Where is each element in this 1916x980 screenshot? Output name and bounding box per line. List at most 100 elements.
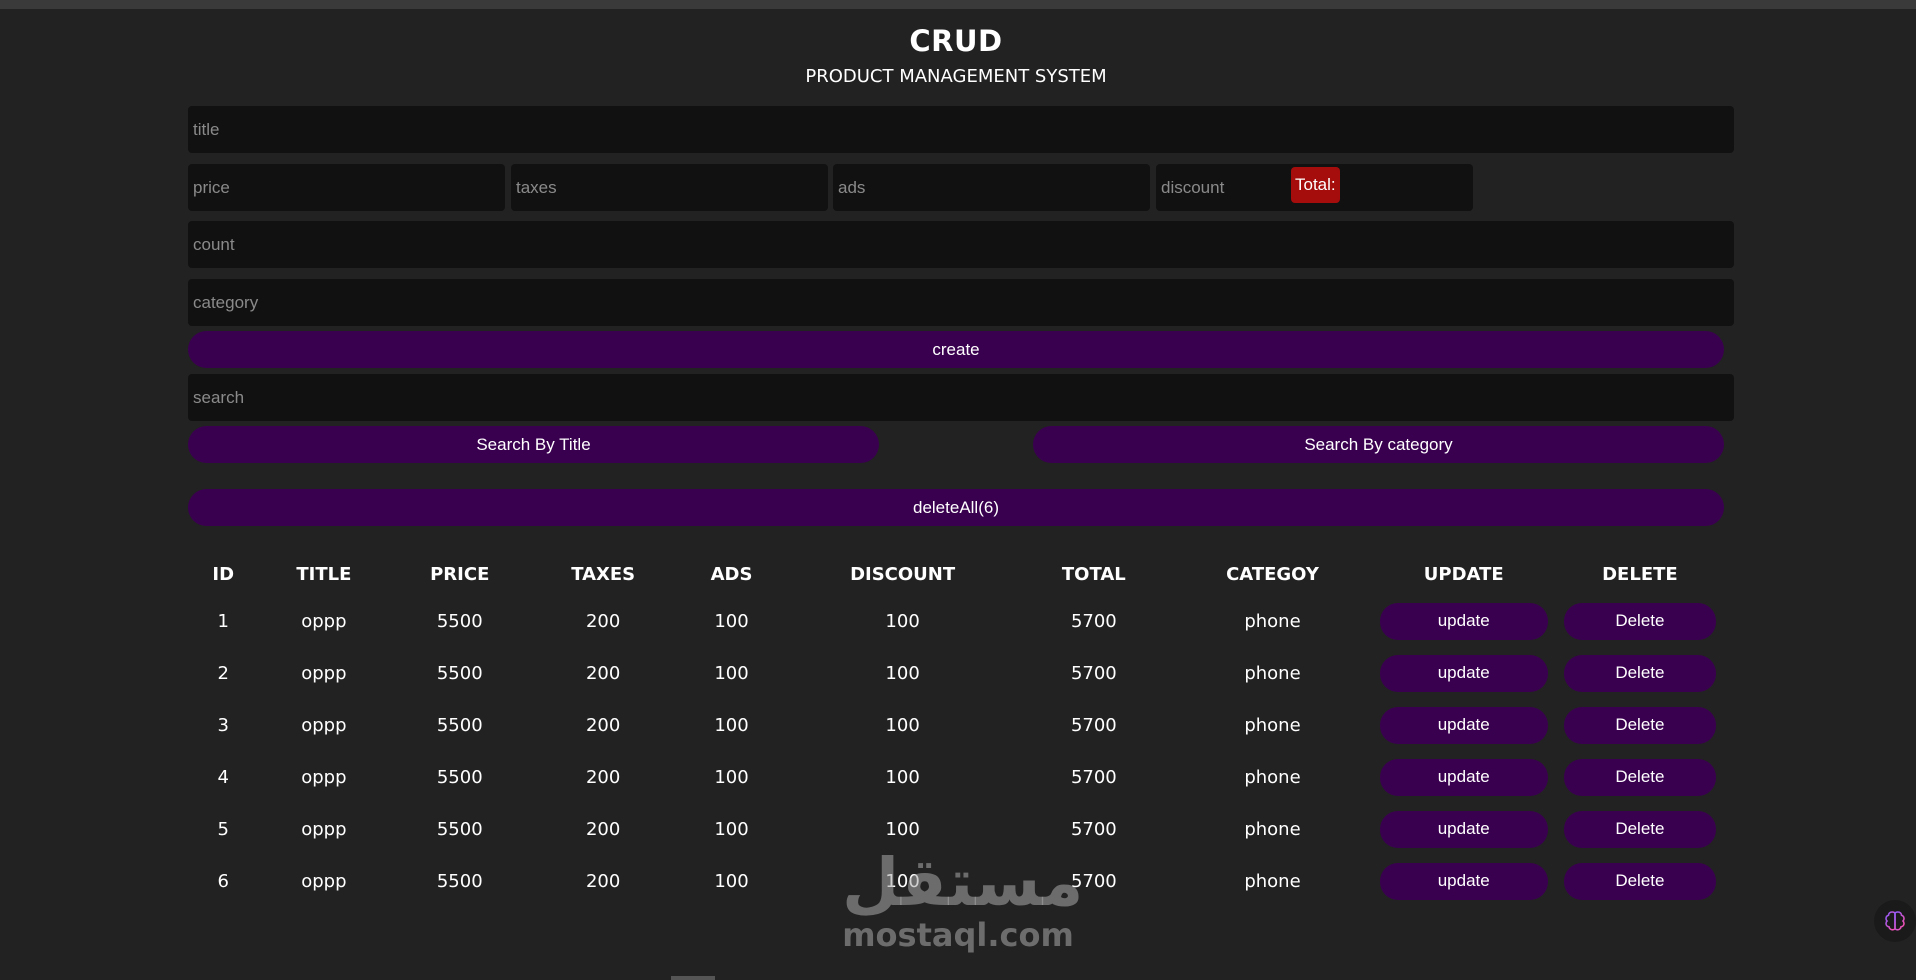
cell-update: update (1376, 595, 1552, 647)
update-button[interactable]: update (1379, 602, 1548, 640)
bottom-scroll-indicator (671, 976, 715, 980)
cell-taxes: 200 (585, 818, 621, 840)
cell-total: 5700 (1070, 766, 1117, 788)
cell-delete: Delete (1552, 855, 1728, 907)
cell-title: oppp (301, 714, 347, 736)
cell-discount: 100 (885, 610, 920, 632)
cell-id: 1 (217, 610, 229, 632)
cell-title: oppp (301, 610, 347, 632)
delete-button[interactable]: Delete (1563, 706, 1716, 744)
cell-total: 5700 (1070, 714, 1117, 736)
browser-top-edge (0, 0, 1916, 9)
cell-update: update (1376, 803, 1552, 855)
total-badge: Total: (1291, 167, 1340, 203)
table-header-row: ID TITLE PRICE TAXES ADS DISCOUNT TOTAL … (188, 553, 1728, 595)
delete-button[interactable]: Delete (1563, 862, 1716, 900)
watermark-latin: mostaql.com (842, 916, 1074, 954)
cell-update: update (1376, 751, 1552, 803)
cell-discount: 100 (885, 714, 920, 736)
cell-taxes: 200 (585, 610, 621, 632)
cell-total: 5700 (1070, 610, 1117, 632)
page-title: CRUD (909, 24, 1003, 58)
delete-button[interactable]: Delete (1563, 758, 1716, 796)
cell-title: oppp (301, 870, 347, 892)
cell-taxes: 200 (585, 870, 621, 892)
cell-taxes: 200 (585, 766, 621, 788)
header-delete: DELETE (1602, 563, 1678, 585)
cell-delete: Delete (1552, 803, 1728, 855)
cell-discount: 100 (885, 662, 920, 684)
header-ads: ADS (710, 563, 753, 585)
delete-button[interactable]: Delete (1563, 810, 1716, 848)
search-input[interactable] (188, 374, 1734, 421)
title-input[interactable] (188, 106, 1734, 153)
cell-delete: Delete (1552, 647, 1728, 699)
create-button[interactable]: create (188, 331, 1724, 368)
cell-title: oppp (301, 818, 347, 840)
cell-price: 5500 (436, 714, 483, 736)
header-update: UPDATE (1423, 563, 1504, 585)
cell-category: phone (1244, 818, 1301, 840)
cell-update: update (1376, 699, 1552, 751)
brain-icon[interactable] (1874, 900, 1916, 942)
category-input[interactable] (188, 279, 1734, 326)
cell-id: 5 (217, 818, 229, 840)
search-by-category-button[interactable]: Search By category (1033, 426, 1724, 463)
cell-id: 3 (217, 714, 229, 736)
cell-category: phone (1244, 870, 1301, 892)
table-row: 3 oppp 5500 200 100 100 5700 phone updat… (188, 699, 1728, 751)
header-price: PRICE (430, 563, 490, 585)
header-category: CATEGOY (1226, 563, 1319, 585)
cell-taxes: 200 (585, 714, 621, 736)
header-total: TOTAL (1061, 563, 1126, 585)
cell-price: 5500 (436, 662, 483, 684)
delete-all-button[interactable]: deleteAll(6) (188, 489, 1724, 526)
cell-total: 5700 (1070, 662, 1117, 684)
table-row: 4 oppp 5500 200 100 100 5700 phone updat… (188, 751, 1728, 803)
cell-category: phone (1244, 662, 1301, 684)
delete-button[interactable]: Delete (1563, 602, 1716, 640)
cell-id: 2 (217, 662, 229, 684)
update-button[interactable]: update (1379, 810, 1548, 848)
cell-title: oppp (301, 662, 347, 684)
delete-button[interactable]: Delete (1563, 654, 1716, 692)
cell-price: 5500 (436, 766, 483, 788)
table-row: 2 oppp 5500 200 100 100 5700 phone updat… (188, 647, 1728, 699)
taxes-input[interactable] (511, 164, 828, 211)
cell-delete: Delete (1552, 595, 1728, 647)
cell-ads: 100 (714, 870, 749, 892)
page-subtitle: PRODUCT MANAGEMENT SYSTEM (805, 66, 1107, 87)
cell-delete: Delete (1552, 699, 1728, 751)
header-id: ID (212, 563, 235, 585)
watermark: مستقل mostaql.com (842, 844, 1084, 954)
cell-id: 4 (217, 766, 229, 788)
cell-delete: Delete (1552, 751, 1728, 803)
update-button[interactable]: update (1379, 706, 1548, 744)
cell-title: oppp (301, 766, 347, 788)
cell-category: phone (1244, 766, 1301, 788)
update-button[interactable]: update (1379, 654, 1548, 692)
cell-update: update (1376, 647, 1552, 699)
cell-taxes: 200 (585, 662, 621, 684)
update-button[interactable]: update (1379, 758, 1548, 796)
header-title: TITLE (296, 563, 352, 585)
cell-update: update (1376, 855, 1552, 907)
count-input[interactable] (188, 221, 1734, 268)
price-input[interactable] (188, 164, 505, 211)
cell-category: phone (1244, 714, 1301, 736)
header-discount: DISCOUNT (850, 563, 956, 585)
cell-ads: 100 (714, 714, 749, 736)
cell-price: 5500 (436, 610, 483, 632)
cell-ads: 100 (714, 610, 749, 632)
table-row: 1 oppp 5500 200 100 100 5700 phone updat… (188, 595, 1728, 647)
cell-price: 5500 (436, 870, 483, 892)
header-taxes: TAXES (571, 563, 636, 585)
cell-category: phone (1244, 610, 1301, 632)
update-button[interactable]: update (1379, 862, 1548, 900)
cell-discount: 100 (885, 766, 920, 788)
watermark-arabic: مستقل (842, 844, 1084, 921)
ads-input[interactable] (833, 164, 1150, 211)
cell-ads: 100 (714, 766, 749, 788)
cell-ads: 100 (714, 818, 749, 840)
search-by-title-button[interactable]: Search By Title (188, 426, 879, 463)
